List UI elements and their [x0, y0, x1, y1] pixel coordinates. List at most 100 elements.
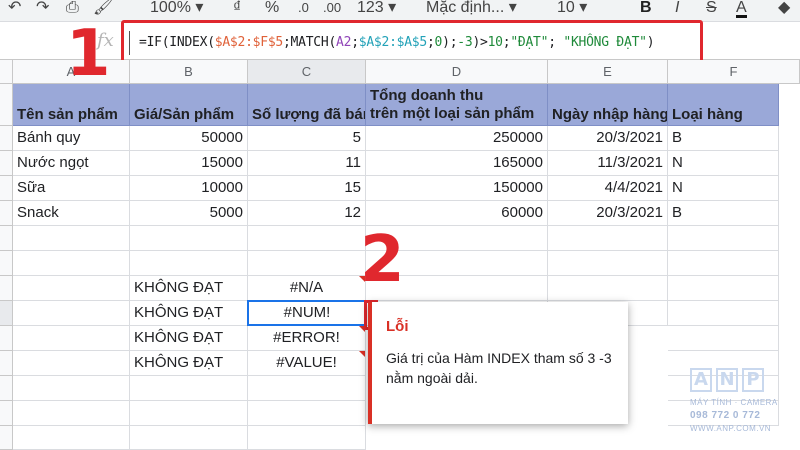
- empty-cell[interactable]: [13, 351, 130, 376]
- fill-color-icon[interactable]: ◆: [778, 0, 790, 18]
- strikethrough-button[interactable]: S: [706, 0, 717, 18]
- more-formats-select[interactable]: 123 ▾: [357, 0, 396, 18]
- row-header[interactable]: [0, 326, 13, 351]
- table-cell[interactable]: Nước ngọt: [13, 151, 130, 176]
- percent-format-button[interactable]: %: [265, 0, 279, 18]
- empty-cell[interactable]: [13, 226, 130, 251]
- result-label-cell[interactable]: KHÔNG ĐẠT: [130, 326, 248, 351]
- row-header[interactable]: [0, 151, 13, 176]
- table-cell[interactable]: 20/3/2021: [548, 126, 668, 151]
- selected-cell[interactable]: #NUM!: [247, 300, 367, 326]
- table-cell[interactable]: 12: [248, 201, 366, 226]
- empty-cell[interactable]: [13, 276, 130, 301]
- font-size-select[interactable]: 10 ▾: [557, 0, 587, 18]
- table-cell[interactable]: 20/3/2021: [548, 201, 668, 226]
- empty-cell[interactable]: [248, 251, 366, 276]
- row-header[interactable]: [0, 426, 13, 450]
- empty-cell[interactable]: [548, 276, 668, 301]
- empty-cell[interactable]: [13, 301, 130, 326]
- table-cell[interactable]: 250000: [366, 126, 548, 151]
- table-cell[interactable]: Sữa: [13, 176, 130, 201]
- empty-cell[interactable]: [13, 426, 130, 450]
- empty-cell[interactable]: [668, 226, 779, 251]
- undo-icon[interactable]: ↶: [8, 0, 21, 18]
- column-header-c[interactable]: C: [248, 60, 366, 84]
- table-cell[interactable]: 11/3/2021: [548, 151, 668, 176]
- font-select[interactable]: Mặc định... ▾: [426, 0, 517, 18]
- currency-format-button[interactable]: ₫: [233, 0, 241, 18]
- table-cell[interactable]: 150000: [366, 176, 548, 201]
- row-header[interactable]: [0, 276, 13, 301]
- row-header[interactable]: [0, 226, 13, 251]
- redo-icon[interactable]: ↷: [36, 0, 49, 18]
- table-cell[interactable]: N: [668, 151, 779, 176]
- empty-cell[interactable]: [548, 226, 668, 251]
- error-cell[interactable]: #N/A: [248, 276, 366, 301]
- result-label-cell[interactable]: KHÔNG ĐẠT: [130, 276, 248, 301]
- empty-cell[interactable]: [130, 376, 248, 401]
- result-label-cell[interactable]: KHÔNG ĐẠT: [130, 351, 248, 376]
- table-cell[interactable]: 5: [248, 126, 366, 151]
- empty-cell[interactable]: [13, 326, 130, 351]
- select-all-corner[interactable]: [0, 60, 13, 84]
- table-cell[interactable]: B: [668, 126, 779, 151]
- zoom-select[interactable]: 100% ▾: [150, 0, 203, 18]
- row-header[interactable]: [0, 251, 13, 276]
- decrease-decimal-button[interactable]: .0: [298, 0, 309, 18]
- error-cell[interactable]: #ERROR!: [248, 326, 366, 351]
- table-header-cell[interactable]: Số lượng đã bán: [248, 84, 366, 126]
- table-cell[interactable]: 4/4/2021: [548, 176, 668, 201]
- table-cell[interactable]: Snack: [13, 201, 130, 226]
- empty-cell[interactable]: [248, 376, 366, 401]
- empty-cell[interactable]: [248, 226, 366, 251]
- empty-cell[interactable]: [13, 401, 130, 426]
- table-cell[interactable]: Bánh quy: [13, 126, 130, 151]
- empty-cell[interactable]: [548, 251, 668, 276]
- paint-format-icon[interactable]: 🖌: [93, 0, 113, 18]
- table-cell[interactable]: 11: [248, 151, 366, 176]
- column-header-b[interactable]: B: [130, 60, 248, 84]
- empty-cell[interactable]: [13, 251, 130, 276]
- table-cell[interactable]: N: [668, 176, 779, 201]
- table-header-cell[interactable]: Tổng doanh thu trên một loại sản phẩm: [366, 84, 548, 126]
- row-header[interactable]: [0, 201, 13, 226]
- table-cell[interactable]: 15: [248, 176, 366, 201]
- table-cell[interactable]: 5000: [130, 201, 248, 226]
- italic-button[interactable]: I: [675, 0, 679, 18]
- row-header[interactable]: [0, 401, 13, 426]
- table-header-cell[interactable]: Giá/Sản phẩm: [130, 84, 248, 126]
- empty-cell[interactable]: [13, 376, 130, 401]
- empty-cell[interactable]: [130, 401, 248, 426]
- row-header[interactable]: [0, 376, 13, 401]
- increase-decimal-button[interactable]: .00: [323, 0, 341, 18]
- table-header-cell[interactable]: Loại hàng: [668, 84, 779, 126]
- empty-cell[interactable]: [130, 226, 248, 251]
- table-cell[interactable]: 10000: [130, 176, 248, 201]
- result-label-cell[interactable]: KHÔNG ĐẠT: [130, 301, 248, 326]
- table-cell[interactable]: 50000: [130, 126, 248, 151]
- print-icon[interactable]: ⎙: [66, 0, 79, 18]
- empty-cell[interactable]: [248, 401, 366, 426]
- error-indicator-icon[interactable]: [359, 351, 365, 357]
- table-header-cell[interactable]: Ngày nhập hàng: [548, 84, 668, 126]
- column-header-e[interactable]: E: [548, 60, 668, 84]
- bold-button[interactable]: B: [640, 0, 652, 18]
- table-cell[interactable]: 165000: [366, 151, 548, 176]
- row-header[interactable]: [0, 176, 13, 201]
- column-header-f[interactable]: F: [668, 60, 800, 84]
- row-header[interactable]: [0, 301, 13, 326]
- table-cell[interactable]: 15000: [130, 151, 248, 176]
- table-cell[interactable]: B: [668, 201, 779, 226]
- empty-cell[interactable]: [130, 426, 248, 450]
- empty-cell[interactable]: [130, 251, 248, 276]
- empty-cell[interactable]: [668, 276, 779, 301]
- column-header-d[interactable]: D: [366, 60, 548, 84]
- row-header[interactable]: [0, 126, 13, 151]
- text-color-button[interactable]: A: [736, 0, 747, 18]
- row-header[interactable]: [0, 84, 13, 126]
- empty-cell[interactable]: [668, 326, 779, 351]
- empty-cell[interactable]: [668, 251, 779, 276]
- error-cell[interactable]: #VALUE!: [248, 351, 366, 376]
- empty-cell[interactable]: [668, 301, 779, 326]
- row-header[interactable]: [0, 351, 13, 376]
